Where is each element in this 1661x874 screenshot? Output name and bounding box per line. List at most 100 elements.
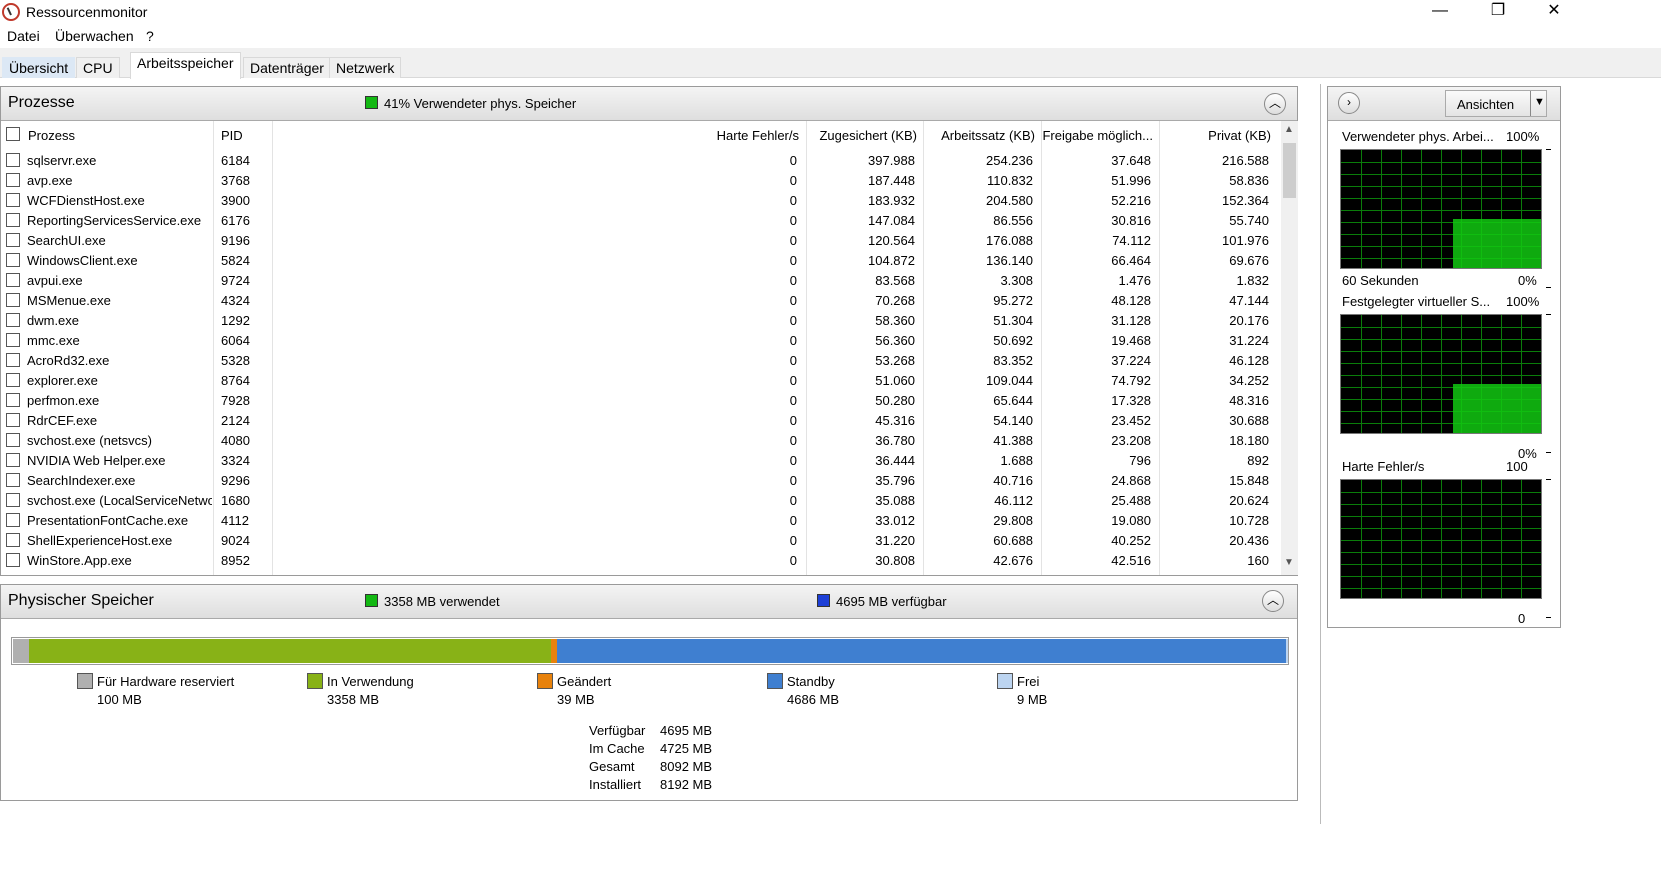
table-row[interactable]: SearchUI.exe 9196 0 120.564 176.088 74.112 101… [1, 230, 1281, 250]
private-kb: 152.364 [1222, 193, 1269, 208]
committed-kb: 53.268 [875, 353, 915, 368]
graph-gridline [1341, 540, 1541, 541]
menu-bar: Datei Überwachen ? [0, 26, 1661, 48]
row-checkbox[interactable] [6, 393, 20, 407]
row-checkbox[interactable] [6, 313, 20, 327]
table-row[interactable]: sqlservr.exe 6184 0 397.988 254.236 37.648 216… [1, 150, 1281, 170]
menu-ueberwachen[interactable]: Überwachen [55, 28, 134, 44]
row-checkbox[interactable] [6, 273, 20, 287]
table-row[interactable]: WinStore.App.exe 8952 0 30.808 42.676 42.516 1… [1, 550, 1281, 570]
legend-label: Geändert [557, 674, 612, 689]
minimize-button[interactable]: — [1417, 0, 1463, 24]
maximize-button[interactable]: ❐ [1475, 0, 1521, 24]
row-checkbox[interactable] [6, 213, 20, 227]
tab-netzwerk[interactable]: Netzwerk [329, 57, 402, 78]
table-row[interactable]: avpui.exe 9724 0 83.568 3.308 1.476 1.832 [1, 270, 1281, 290]
shareable-kb: 30.816 [1111, 213, 1151, 228]
table-row[interactable]: AcroRd32.exe 5328 0 53.268 83.352 37.224 46.12… [1, 350, 1281, 370]
row-checkbox[interactable] [6, 353, 20, 367]
processes-header[interactable]: Prozesse 41% Verwendeter phys. Speicher … [1, 87, 1297, 121]
graph-gridline [1341, 327, 1541, 328]
process-pid: 6176 [221, 213, 250, 228]
process-name: SearchUI.exe [27, 233, 106, 248]
committed-kb: 58.360 [875, 313, 915, 328]
table-row[interactable]: svchost.exe (LocalServiceNetwo... 1680 0 35… [1, 490, 1281, 510]
scrollbar-thumb[interactable] [1283, 143, 1296, 198]
table-row[interactable]: ReportingServicesService.exe 6176 0 147.084… [1, 210, 1281, 230]
graph-gridline [1441, 150, 1442, 268]
row-checkbox[interactable] [6, 413, 20, 427]
collapse-processes-button[interactable]: ︿ [1264, 93, 1286, 115]
table-row[interactable]: dwm.exe 1292 0 58.360 51.304 31.128 20.176 [1, 310, 1281, 330]
row-checkbox[interactable] [6, 533, 20, 547]
scroll-up-icon[interactable]: ▲ [1284, 124, 1294, 135]
working-set-kb: 3.308 [1000, 273, 1033, 288]
graph-tick [1546, 314, 1551, 315]
tab-uebersicht[interactable]: Übersicht [2, 57, 76, 78]
col-pid[interactable]: PID [221, 128, 243, 143]
panel-divider[interactable] [1320, 84, 1321, 824]
row-checkbox[interactable] [6, 193, 20, 207]
row-checkbox[interactable] [6, 333, 20, 347]
table-row[interactable]: NVIDIA Web Helper.exe 3324 0 36.444 1.688 796… [1, 450, 1281, 470]
row-checkbox[interactable] [6, 233, 20, 247]
col-zugesichert[interactable]: Zugesichert (KB) [807, 128, 917, 143]
graph-gridline [1341, 588, 1541, 589]
table-row[interactable]: RdrCEF.exe 2124 0 45.316 54.140 23.452 30.688 [1, 410, 1281, 430]
views-button[interactable]: Ansichten ▼ [1445, 90, 1547, 117]
col-prozess[interactable]: Prozess [28, 128, 75, 143]
row-checkbox[interactable] [6, 153, 20, 167]
process-name: dwm.exe [27, 313, 80, 328]
select-all-checkbox[interactable] [6, 127, 20, 141]
row-checkbox[interactable] [6, 253, 20, 267]
row-checkbox[interactable] [6, 173, 20, 187]
hard-faults: 0 [789, 293, 797, 308]
col-freigabe[interactable]: Freigabe möglich... [1041, 128, 1153, 143]
dropdown-arrow-icon[interactable]: ▼ [1534, 96, 1545, 108]
table-row[interactable]: WindowsClient.exe 5824 0 104.872 136.140 66.4… [1, 250, 1281, 270]
process-scrollbar[interactable]: ▲ ▼ [1281, 121, 1298, 575]
table-row[interactable]: SearchIndexer.exe 9296 0 35.796 40.716 24.868… [1, 470, 1281, 490]
graph-gridline [1341, 552, 1541, 553]
table-row[interactable]: explorer.exe 8764 0 51.060 109.044 74.792 34.2… [1, 370, 1281, 390]
working-set-kb: 60.688 [993, 533, 1033, 548]
row-checkbox[interactable] [6, 553, 20, 567]
row-checkbox[interactable] [6, 433, 20, 447]
physical-memory-header[interactable]: Physischer Speicher 3358 MB verwendet 46… [1, 585, 1297, 619]
row-checkbox[interactable] [6, 513, 20, 527]
tab-bar: Übersicht CPU Arbeitsspeicher Datenträge… [0, 48, 1661, 79]
col-arbeitssatz[interactable]: Arbeitssatz (KB) [925, 128, 1035, 143]
graph-gridline [1341, 174, 1541, 175]
table-row[interactable]: WCFDienstHost.exe 3900 0 183.932 204.580 52.2… [1, 190, 1281, 210]
tab-cpu[interactable]: CPU [76, 57, 120, 78]
table-row[interactable]: ShellExperienceHost.exe 9024 0 31.220 60.688… [1, 530, 1281, 550]
col-privat[interactable]: Privat (KB) [1161, 128, 1271, 143]
graph-tick [1546, 287, 1551, 288]
menu-help[interactable]: ? [146, 28, 154, 44]
graph-bottom-right-label: 0% [1518, 273, 1537, 288]
tab-arbeitsspeicher[interactable]: Arbeitsspeicher [130, 52, 241, 79]
close-button[interactable]: ✕ [1531, 0, 1577, 24]
stat-label: Verfügbar [589, 723, 646, 738]
graph-bottom-left-label: 60 Sekunden [1342, 273, 1419, 288]
table-row[interactable]: perfmon.exe 7928 0 50.280 65.644 17.328 48.316 [1, 390, 1281, 410]
row-checkbox[interactable] [6, 473, 20, 487]
table-row[interactable]: MSMenue.exe 4324 0 70.268 95.272 48.128 47.144 [1, 290, 1281, 310]
hard-faults: 0 [789, 413, 797, 428]
row-checkbox[interactable] [6, 493, 20, 507]
scroll-down-icon[interactable]: ▼ [1284, 557, 1294, 568]
row-checkbox[interactable] [6, 293, 20, 307]
menu-datei[interactable]: Datei [7, 28, 40, 44]
table-row[interactable]: PresentationFontCache.exe 4112 0 33.012 29.8… [1, 510, 1281, 530]
table-row[interactable]: mmc.exe 6064 0 56.360 50.692 19.468 31.224 [1, 330, 1281, 350]
row-checkbox[interactable] [6, 453, 20, 467]
tab-datentraeger[interactable]: Datenträger [243, 57, 331, 78]
table-row[interactable]: svchost.exe (netsvcs) 4080 0 36.780 41.388 23… [1, 430, 1281, 450]
legend-value: 39 MB [557, 692, 595, 707]
stat-value: 4725 MB [660, 741, 713, 756]
hide-graphs-button[interactable]: › [1338, 92, 1360, 114]
collapse-physical-button[interactable]: ︿ [1262, 590, 1284, 612]
table-row[interactable]: avp.exe 3768 0 187.448 110.832 51.996 58.836 [1, 170, 1281, 190]
row-checkbox[interactable] [6, 373, 20, 387]
col-harte-fehler[interactable]: Harte Fehler/s [681, 128, 799, 143]
